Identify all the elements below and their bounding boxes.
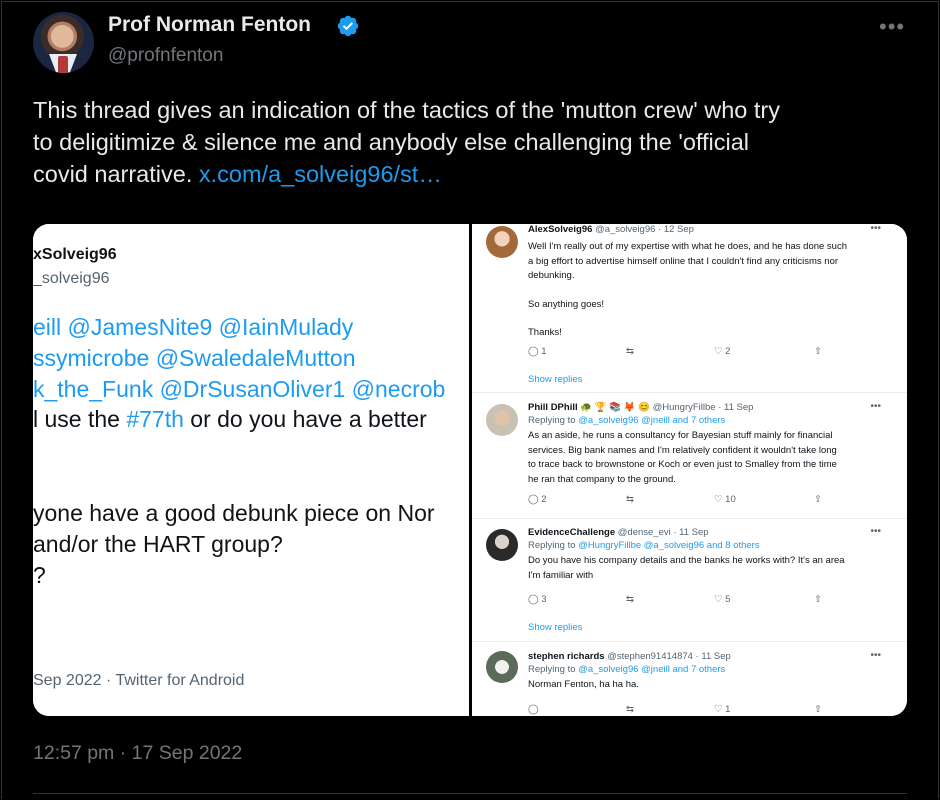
show-replies-link[interactable]: Show replies: [528, 374, 582, 385]
reply-body: Norman Fenton, ha ha ha.: [528, 679, 639, 690]
divider: [33, 793, 907, 794]
author-avatar[interactable]: [33, 12, 94, 73]
screenshot-user-handle: _solveig96: [33, 270, 110, 287]
more-icon[interactable]: •••: [870, 650, 881, 661]
screenshot-mentions-line: k_the_Funk @DrSusanOliver1 @necrob: [33, 376, 446, 402]
replying-to: Replying to @a_solveig96 @jneill and 7 o…: [528, 415, 726, 426]
separator: [472, 392, 907, 393]
share-icon[interactable]: ⇧: [814, 704, 822, 715]
more-icon[interactable]: •••: [870, 526, 881, 537]
more-icon[interactable]: •••: [870, 401, 881, 412]
screenshot-text-line: l use the #77th or do you have a better: [33, 406, 427, 432]
tweet-link[interactable]: x.com/a_solveig96/st…: [199, 161, 442, 187]
share-icon[interactable]: ⇧: [814, 346, 822, 357]
author-handle[interactable]: @profnfenton: [108, 45, 223, 67]
screenshot-text-line: and/or the HART group?: [33, 531, 283, 557]
screenshot-mentions-line: eill @JamesNite9 @IainMulady: [33, 314, 354, 340]
more-icon[interactable]: •••: [870, 224, 881, 234]
screenshot-left: xSolveig96 _solveig96 eill @JamesNite9 @…: [33, 224, 469, 716]
emoji-icons: 🐢 🏆 📚 🦊 😊: [580, 402, 650, 413]
screenshot-text-line: yone have a good debunk piece on Nor: [33, 500, 435, 526]
reply-avatar: [486, 226, 518, 258]
screenshot-date: Sep 2022 · Twitter for Android: [33, 672, 245, 689]
reply-header: AlexSolveig96 @a_solveig96 · 12 Sep: [528, 224, 694, 235]
reply-icon[interactable]: ◯: [528, 704, 539, 715]
retweet-icon[interactable]: ⇆: [626, 594, 634, 605]
reply-body: Do you have his company details and the …: [528, 555, 845, 581]
retweet-icon[interactable]: ⇆: [626, 704, 634, 715]
reply-avatar: [486, 404, 518, 436]
retweet-icon[interactable]: ⇆: [626, 494, 634, 505]
share-icon[interactable]: ⇧: [814, 494, 822, 505]
tweet-timestamp[interactable]: 12:57 pm · 17 Sep 2022: [33, 742, 242, 765]
share-icon[interactable]: ⇧: [814, 594, 822, 605]
screenshot-mentions-line: ssymicrobe @SwaledaleMutton: [33, 345, 356, 371]
replying-to: Replying to @a_solveig96 @jneill and 7 o…: [528, 664, 726, 675]
replying-to: Replying to @HungryFillbe @a_solveig96 a…: [528, 540, 760, 551]
reply-icon[interactable]: ◯ 3: [528, 594, 547, 605]
tweet-text: This thread gives an indication of the t…: [33, 97, 780, 187]
reply-body: Well I'm really out of my expertise with…: [528, 241, 848, 338]
like-icon[interactable]: ♡ 10: [714, 494, 736, 505]
retweet-icon[interactable]: ⇆: [626, 346, 634, 357]
screenshot-text-line: ?: [33, 562, 46, 588]
screenshot-user-name: xSolveig96: [33, 246, 117, 263]
reply-avatar: [486, 651, 518, 683]
author-name[interactable]: Prof Norman Fenton: [108, 13, 311, 37]
reply-header: EvidenceChallenge @dense_evi · 11 Sep: [528, 527, 709, 538]
screenshot-right: AlexSolveig96 @a_solveig96 · 12 Sep ••• …: [472, 224, 907, 716]
separator: [472, 518, 907, 519]
like-icon[interactable]: ♡ 2: [714, 346, 730, 357]
reply-header: stephen richards @stephen91414874 · 11 S…: [528, 651, 731, 662]
reply-body: As an aside, he runs a consultancy for B…: [528, 430, 837, 485]
show-replies-link[interactable]: Show replies: [528, 622, 582, 633]
reply-avatar: [486, 529, 518, 561]
reply-icon[interactable]: ◯ 1: [528, 346, 547, 357]
verified-badge-icon: [337, 15, 359, 37]
reply-icon[interactable]: ◯ 2: [528, 494, 547, 505]
attached-image[interactable]: xSolveig96 _solveig96 eill @JamesNite9 @…: [33, 224, 907, 716]
separator: [472, 641, 907, 642]
like-icon[interactable]: ♡ 1: [714, 704, 730, 715]
like-icon[interactable]: ♡ 5: [714, 594, 730, 605]
more-options-icon[interactable]: •••: [879, 14, 905, 40]
reply-header: Phill DPhill 🐢 🏆 📚 🦊 😊 @HungryFillbe · 1…: [528, 402, 754, 413]
